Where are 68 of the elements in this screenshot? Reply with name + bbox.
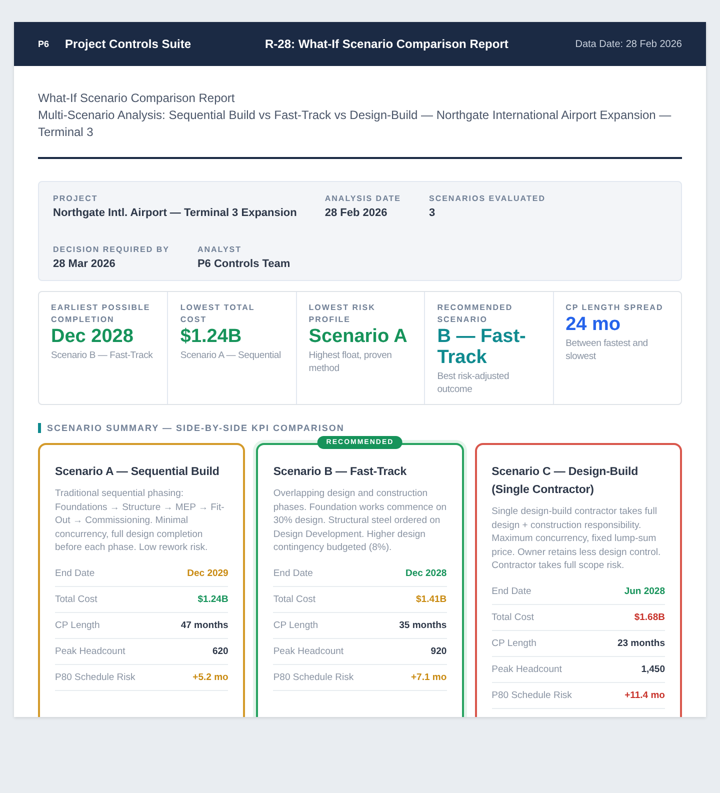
metric-value: 1,450 [641,664,665,674]
meta-label: DECISION REQUIRED BY [53,245,170,254]
kpi-label: RECOMMENDED SCENARIO [437,302,514,326]
scenario-title: Scenario C — Design-Build (Single Contractor) [492,465,640,498]
meta-value: P6 Controls Team [197,258,290,270]
kpi-label: CP LENGTH SPREAD [566,302,664,314]
meta-value: Northgate Intl. Airport — Terminal 3 Expansion [53,207,297,219]
metric-label: Total Cost [55,594,98,604]
kpi-note: Scenario A — Sequential [180,349,282,362]
metric-value: 47 months [180,620,228,630]
metric-label: End Date [492,586,532,596]
metric-value: Jun 2028 [624,586,665,596]
scenario-description: Single design-build contractor takes full design + construction responsibility. Maximum concurrency, fixed lump-sum price. Owner retains less design control. Contractor takes full scope risk. [492,505,662,572]
metric-value: $1.68B [634,612,665,622]
kpi-note: Between fastest and slowest [566,337,649,363]
report-title: R-28: What-If Scenario Comparison Report [265,37,510,51]
meta-value: 28 Feb 2026 [324,207,388,219]
kpi-value: 24 mo [566,314,622,335]
scenario-description: Overlapping design and construction phases. Foundation works commence on 30% design. Structural steel ordered on Design Development. Higher design contingency budgeted (8%). [273,487,447,554]
metric-value: $1.41B [416,594,447,604]
meta-label: SCENARIOS EVALUATED [428,194,546,203]
meta-label: PROJECT [53,194,99,203]
metric-value: Dec 2029 [187,568,228,578]
metric-label: P80 Schedule Risk [273,672,354,682]
metric-value: +5.2 mo [192,672,228,682]
kpi-label: EARLIEST POSSIBLE COMPLETION [51,302,152,326]
metric-value: 35 months [399,620,447,630]
metric-value: +7.1 mo [411,672,447,682]
intro-title: What-If Scenario Comparison Report [38,90,236,107]
metric-label: P80 Schedule Risk [492,690,572,700]
metric-label: Total Cost [492,612,534,622]
metric-label: CP Length [492,638,536,648]
meta-label: ANALYST [197,245,243,254]
kpi-value: Scenario A [308,326,408,347]
metric-value: +11.4 mo [624,690,665,700]
scenario-title: Scenario B — Fast-Track [273,465,408,480]
kpi-note: Best risk-adjusted outcome [437,370,510,396]
metric-label: End Date [55,568,95,578]
metric-label: Peak Headcount [492,664,562,674]
meta-label: ANALYSIS DATE [324,194,401,203]
app-name: Project Controls Suite [65,37,192,51]
kpi-value: B — Fast-Track [437,326,527,368]
metric-value: $1.24B [198,594,228,604]
kpi-note: Scenario B — Fast-Track [51,349,154,362]
scenario-title: Scenario A — Sequential Build [55,465,220,480]
kpi-label: LOWEST RISK PROFILE [308,302,376,326]
metric-label: Total Cost [273,594,316,604]
kpi-label: LOWEST TOTAL COST [180,302,256,326]
kpi-value: $1.24B [180,326,243,347]
section-title: SCENARIO SUMMARY — SIDE-BY-SIDE KPI COMPARISON [38,423,682,433]
metric-value: 620 [212,646,228,656]
metric-value: 920 [430,646,447,656]
meta-value: 28 Mar 2026 [53,258,116,270]
meta-value: 3 [428,207,436,219]
metric-label: Peak Headcount [55,646,126,656]
metric-label: CP Length [273,620,318,630]
app-logo: P6 [38,39,50,49]
metric-label: End Date [273,568,313,578]
metric-value: 23 months [617,638,665,648]
metric-value: Dec 2028 [405,568,447,578]
intro-subtitle: Multi-Scenario Analysis: Sequential Build vs Fast-Track vs Design-Build — Northgate International Airport Expansion — Terminal 3 [38,107,682,159]
metric-label: Peak Headcount [273,646,344,656]
data-date: Data Date: 28 Feb 2026 [575,38,682,50]
scenario-description: Traditional sequential phasing: Foundations → Structure → MEP → Fit-Out → Commissioning. Minimal concurrency, full design completion before each phase. Low rework risk. [55,487,226,554]
metric-label: CP Length [55,620,100,630]
kpi-note: Highest float, proven method [308,349,393,375]
metric-label: P80 Schedule Risk [55,672,136,682]
kpi-value: Dec 2028 [51,326,134,347]
